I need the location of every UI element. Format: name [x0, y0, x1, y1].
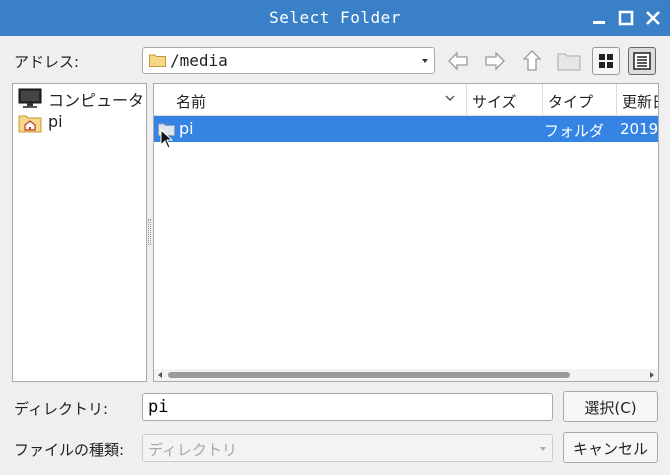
- back-icon: [448, 51, 468, 71]
- up-button[interactable]: [518, 47, 546, 75]
- file-type-value: ディレクトリ: [148, 441, 237, 459]
- scrollbar-thumb[interactable]: [168, 372, 570, 378]
- maximize-icon: [618, 10, 634, 26]
- column-size[interactable]: サイズ: [466, 84, 542, 116]
- close-button[interactable]: [644, 9, 662, 27]
- close-icon: [646, 11, 660, 25]
- address-combo[interactable]: /media: [142, 47, 435, 74]
- address-path: /media: [170, 51, 228, 70]
- dropdown-arrow-icon: [540, 447, 546, 451]
- window-title: Select Folder: [269, 8, 401, 27]
- icon-view-icon: [599, 54, 613, 68]
- icon-view-button[interactable]: [592, 47, 620, 75]
- up-icon: [522, 50, 542, 71]
- file-type-combo[interactable]: ディレクトリ: [142, 434, 553, 462]
- column-name[interactable]: 名前: [176, 84, 464, 116]
- file-type: フォルダ: [544, 122, 605, 140]
- directory-input[interactable]: [142, 393, 553, 421]
- cancel-button[interactable]: キャンセル: [563, 432, 658, 463]
- file-date: 2019: [620, 120, 659, 138]
- forward-icon: [485, 51, 505, 71]
- column-header: 名前 サイズ タイプ 更新日: [154, 84, 658, 116]
- maximize-button[interactable]: [617, 9, 635, 27]
- computer-icon: [18, 88, 42, 108]
- places-sidebar: コンピュータ pi: [12, 83, 147, 382]
- scroll-right-icon[interactable]: [650, 372, 654, 378]
- list-view-icon: [633, 52, 651, 70]
- dropdown-arrow-icon: [422, 59, 428, 63]
- sidebar-item-label: コンピュータ: [48, 91, 145, 110]
- directory-label: ディレクトリ:: [14, 400, 109, 418]
- address-label: アドレス:: [14, 53, 80, 71]
- horizontal-scrollbar[interactable]: [154, 369, 658, 381]
- sidebar-item-pi[interactable]: pi: [17, 111, 146, 135]
- file-list: 名前 サイズ タイプ 更新日 pi フォルダ 2019: [153, 83, 659, 382]
- sidebar-item-label: pi: [48, 112, 63, 131]
- pane-splitter[interactable]: [148, 219, 151, 245]
- sort-descending-icon: [445, 95, 455, 101]
- mouse-cursor-icon: [160, 129, 173, 149]
- new-folder-icon: [557, 53, 581, 71]
- file-row[interactable]: pi フォルダ 2019: [154, 116, 659, 142]
- minimize-icon: [593, 21, 605, 24]
- forward-button[interactable]: [481, 47, 509, 75]
- list-view-button[interactable]: [628, 47, 656, 75]
- sidebar-item-computer[interactable]: コンピュータ: [17, 86, 146, 110]
- file-type-label: ファイルの種類:: [14, 441, 125, 459]
- file-name: pi: [179, 119, 194, 138]
- folder-icon: [149, 54, 166, 67]
- scroll-left-icon[interactable]: [158, 372, 162, 378]
- column-type[interactable]: タイプ: [542, 84, 616, 116]
- back-button[interactable]: [444, 47, 472, 75]
- new-folder-button[interactable]: [555, 47, 583, 75]
- title-bar: Select Folder: [0, 0, 670, 36]
- column-date[interactable]: 更新日: [616, 84, 658, 116]
- home-folder-icon: [18, 115, 42, 133]
- minimize-button[interactable]: [590, 9, 608, 27]
- select-button[interactable]: 選択(C): [563, 391, 658, 422]
